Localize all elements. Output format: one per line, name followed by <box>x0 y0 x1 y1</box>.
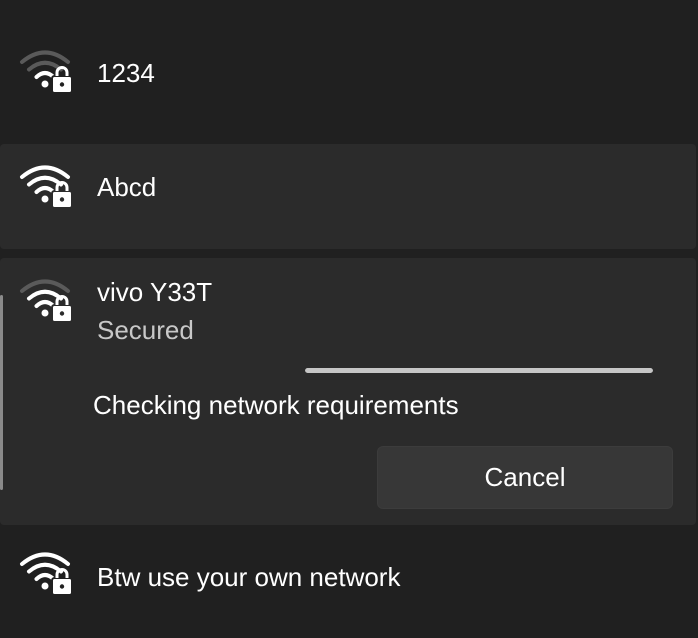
connection-status-message: Checking network requirements <box>93 390 459 420</box>
network-item-abcd[interactable]: Abcd <box>0 144 696 249</box>
progress-fill <box>305 368 653 373</box>
network-name: Abcd <box>97 172 157 202</box>
wifi-secured-icon <box>20 552 73 596</box>
connection-progress-bar <box>305 368 653 373</box>
wifi-secured-icon <box>20 50 73 94</box>
cancel-button[interactable]: Cancel <box>377 446 673 509</box>
network-item-btw-use-your-own-network[interactable]: Btw use your own network <box>0 530 696 638</box>
wifi-secured-icon <box>20 279 73 323</box>
network-name: Btw use your own network <box>97 562 401 592</box>
network-name: vivo Y33T <box>97 277 213 307</box>
network-item-1234[interactable]: 1234 <box>0 0 696 140</box>
network-status: Secured <box>97 315 194 345</box>
network-name: 1234 <box>97 58 155 88</box>
scrollbar[interactable] <box>0 295 3 490</box>
network-item-vivo-y33t[interactable]: vivo Y33T Secured Checking network requi… <box>0 258 696 525</box>
wifi-secured-icon <box>20 165 73 209</box>
